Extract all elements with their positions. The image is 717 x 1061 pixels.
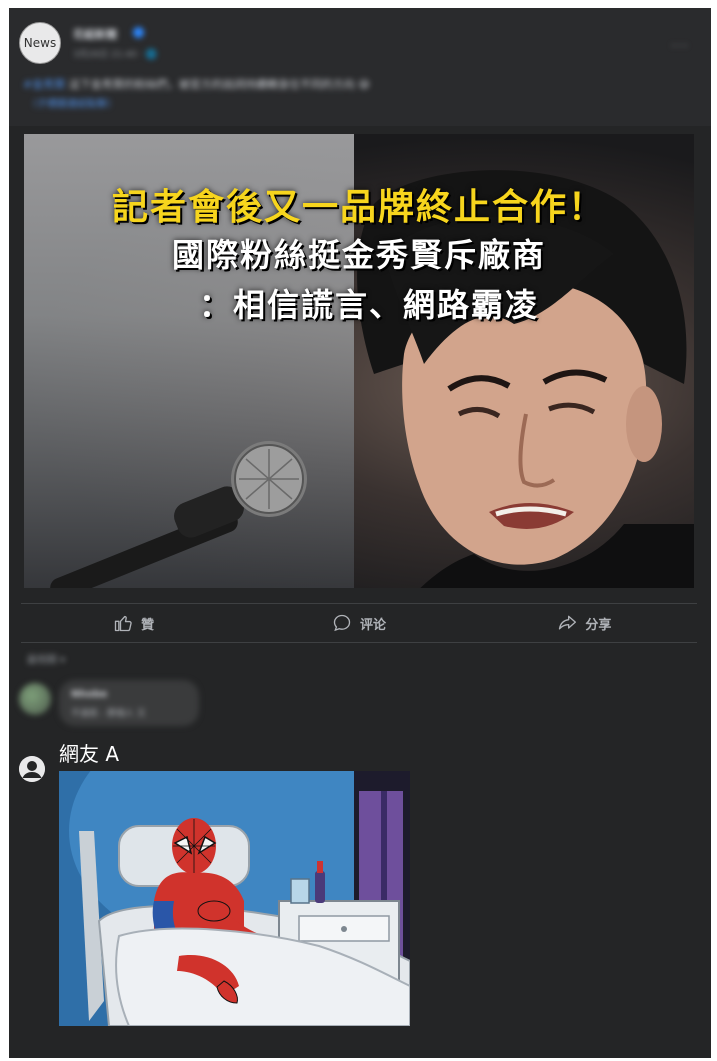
share-label: 分享 [585,617,612,633]
comment-button[interactable]: 评论 [246,604,471,642]
post-action-bar: 贊 评论 分享 [21,603,697,643]
comment-label: 评论 [359,617,386,633]
post-photo[interactable]: 記者會後又一品牌終止合作！ 國際粉絲挺金秀賢斥廠商 ：相信謊言、網路霸凌 [24,134,694,588]
microphone-illustration [50,441,307,588]
post-text: #金秀賢 這下金秀賢的粉絲們，被官方的說詞持續轉身往不同的方向 😅 [23,76,370,92]
post-header: News 花組新聞 3月26日 21:40 · 🌐 ··· #金秀賢 這下金秀賢… [9,8,711,126]
comment-sort-dropdown[interactable]: 最相關 ▾ [27,651,65,666]
comment-meme-image[interactable] [59,771,410,1026]
post-text-body: 這下金秀賢的粉絲們，被官方的說詞持續轉身往不同的方向 😅 [65,78,370,91]
share-arrow-icon [559,615,577,630]
post-hashtag[interactable]: #金秀賢 [23,78,65,91]
headline-line-1: 記者會後又一品牌終止合作！ [111,187,606,228]
user-avatar-icon[interactable] [19,756,45,782]
spiderman-in-bed-illustration [59,771,410,1026]
post-card: News 花組新聞 3月26日 21:40 · 🌐 ··· #金秀賢 這下金秀賢… [9,8,711,1058]
page-avatar[interactable]: News [19,22,61,64]
thumbs-up-icon [114,615,132,632]
comment-bubble-icon [333,614,351,632]
more-options-icon[interactable]: ··· [671,36,689,55]
avatar-text: News [23,36,57,50]
commenter-avatar[interactable] [19,683,51,715]
commenter-name-a[interactable]: 網友 A [59,738,119,767]
like-label: 贊 [141,617,155,633]
post-sub-link[interactable]: （子標題連結點擊） [27,95,117,110]
comment-text: 不過就 - 那個人 又 [71,709,146,719]
page-name[interactable]: 花組新聞 [73,26,117,42]
verified-icon [133,27,144,38]
comment-bubble: Nhobe 不過就 - 那個人 又 [59,680,199,726]
headline-line-3: ：相信謊言、網路霸凌 [198,286,539,324]
like-button[interactable]: 贊 [21,604,246,642]
post-timestamp[interactable]: 3月26日 21:40 · 🌐 [73,47,157,60]
headline-line-2: 國際粉絲挺金秀賢斥廠商 [171,236,546,274]
commenter-name[interactable]: Nhobe [71,689,107,700]
share-button[interactable]: 分享 [472,604,697,642]
